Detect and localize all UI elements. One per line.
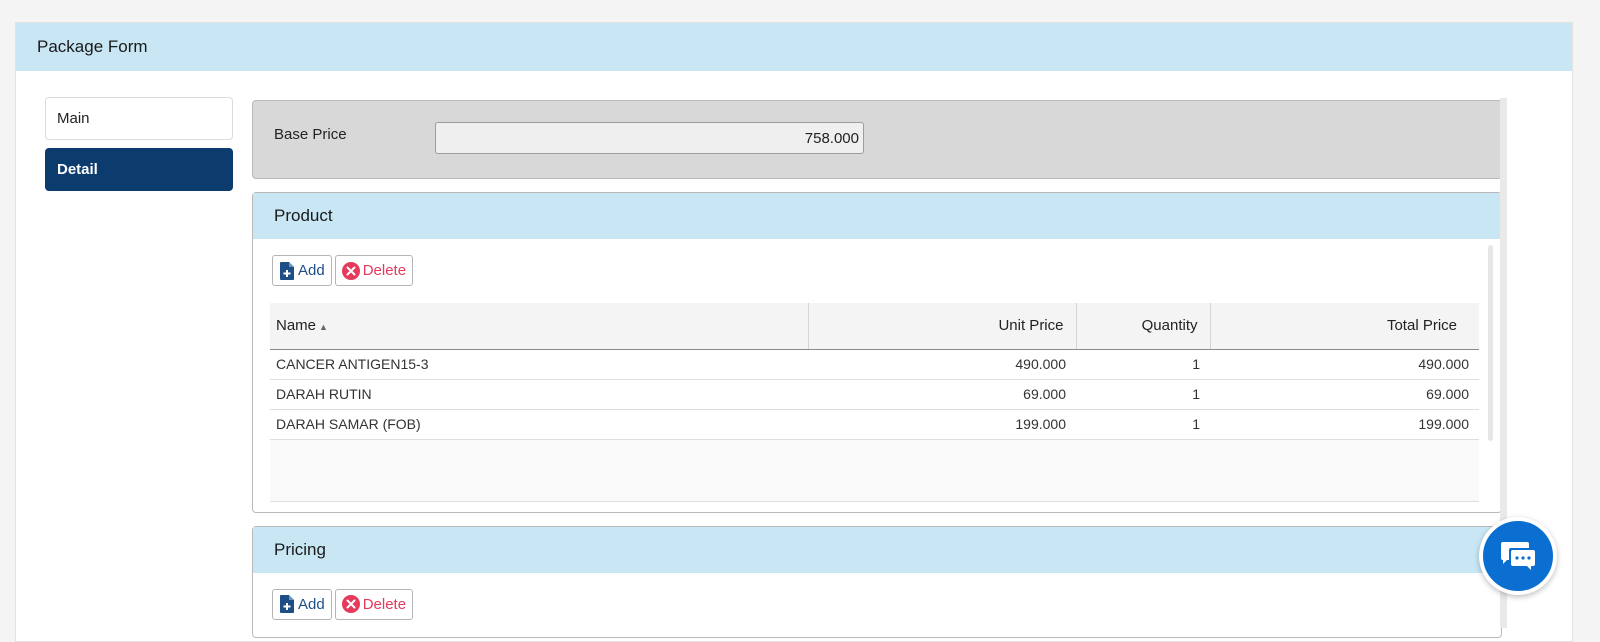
column-header-name[interactable]: Name ▲	[270, 303, 809, 350]
product-toolbar: Add Delete	[253, 239, 1501, 303]
column-header-name-label: Name	[276, 317, 317, 335]
add-label: Add	[298, 262, 325, 279]
column-header-total-price[interactable]: Total Price	[1210, 303, 1479, 350]
delete-circle-icon	[341, 261, 360, 280]
add-pricing-button[interactable]: Add	[272, 588, 332, 620]
product-grid-scrollbar[interactable]	[1488, 245, 1493, 441]
sidebar: Main Detail	[45, 97, 233, 199]
base-price-panel: Base Price	[252, 100, 1502, 179]
sidebar-item-detail[interactable]: Detail	[45, 148, 233, 191]
delete-label: Delete	[362, 595, 407, 613]
delete-product-button[interactable]: Delete	[334, 255, 414, 286]
chat-widget-button[interactable]	[1479, 517, 1557, 595]
cell-quantity: 1	[1076, 349, 1210, 380]
cell-unit-price: 69.000	[808, 379, 1076, 410]
empty-grid-area	[270, 439, 1479, 502]
add-label: Add	[298, 595, 325, 613]
pricing-section: Pricing Add Delete	[252, 525, 1502, 638]
base-price-label: Base Price	[274, 126, 347, 143]
cell-quantity: 1	[1076, 379, 1210, 410]
cell-total-price: 199.000	[1210, 409, 1479, 440]
sidebar-item-main[interactable]: Main	[45, 97, 233, 140]
product-section: Product Add Delete Name ▲ Unit Price Qua…	[252, 192, 1502, 513]
column-header-unit-price[interactable]: Unit Price	[808, 303, 1077, 350]
package-form-window: Package Form Main Detail Base Price Prod…	[15, 22, 1573, 642]
window-title: Package Form	[16, 23, 1572, 71]
cell-name: DARAH RUTIN	[270, 379, 808, 410]
pricing-section-title: Pricing	[253, 526, 1501, 573]
add-product-button[interactable]: Add	[272, 255, 332, 286]
pricing-toolbar: Add Delete	[253, 573, 1501, 637]
add-file-icon	[280, 261, 294, 280]
table-row[interactable]: CANCER ANTIGEN15-3 490.000 1 490.000	[270, 349, 1479, 380]
cell-total-price: 69.000	[1210, 379, 1479, 410]
cell-name: DARAH SAMAR (FOB)	[270, 409, 808, 440]
delete-label: Delete	[362, 262, 407, 279]
column-header-quantity[interactable]: Quantity	[1076, 303, 1211, 350]
cell-unit-price: 199.000	[808, 409, 1076, 440]
base-price-input[interactable]	[435, 122, 864, 154]
cell-name: CANCER ANTIGEN15-3	[270, 349, 808, 380]
sidebar-item-label: Detail	[57, 161, 98, 178]
delete-pricing-button[interactable]: Delete	[334, 588, 414, 620]
sidebar-item-label: Main	[57, 110, 90, 127]
delete-circle-icon	[341, 595, 360, 613]
chat-bubble-icon	[1501, 542, 1535, 570]
detail-content: Base Price Product Add	[252, 100, 1502, 638]
table-row[interactable]: DARAH RUTIN 69.000 1 69.000	[270, 379, 1479, 410]
product-section-title: Product	[253, 193, 1501, 239]
product-grid: Name ▲ Unit Price Quantity Total Price CA…	[270, 303, 1479, 502]
add-file-icon	[280, 595, 294, 613]
sort-ascending-icon: ▲	[319, 322, 328, 333]
cell-total-price: 490.000	[1210, 349, 1479, 380]
table-row[interactable]: DARAH SAMAR (FOB) 199.000 1 199.000	[270, 409, 1479, 440]
cell-unit-price: 490.000	[808, 349, 1076, 380]
empty-grid-cell	[270, 439, 1479, 502]
cell-quantity: 1	[1076, 409, 1210, 440]
